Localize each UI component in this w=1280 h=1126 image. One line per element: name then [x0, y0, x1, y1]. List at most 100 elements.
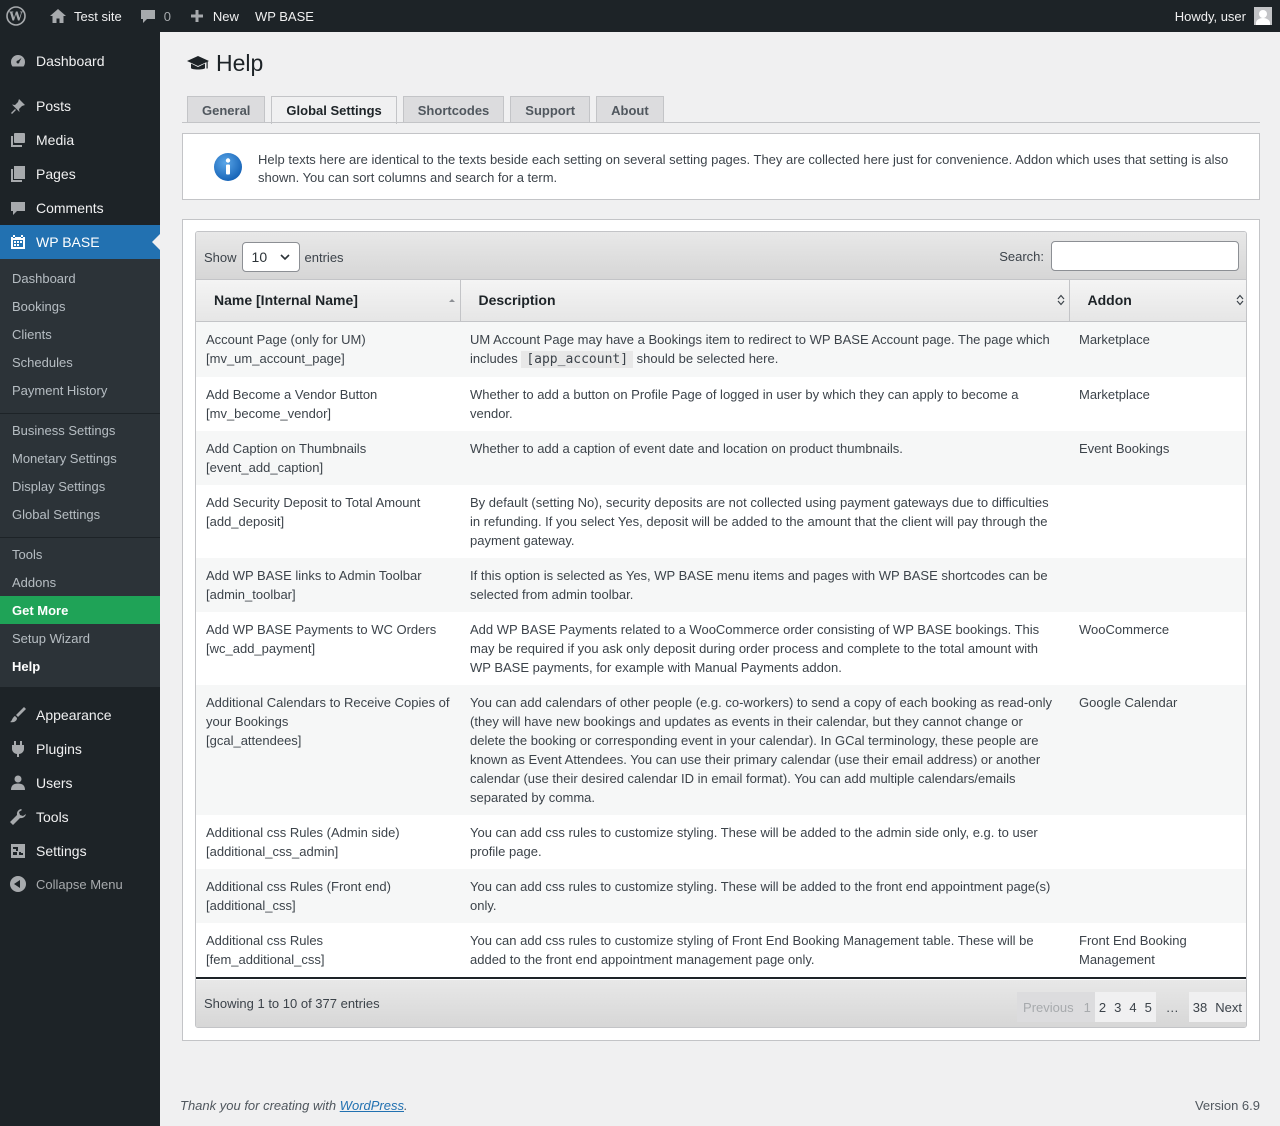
- setting-name: Add Security Deposit to Total Amount: [206, 494, 421, 510]
- menu-tools[interactable]: Tools: [0, 800, 160, 834]
- submenu-bookings[interactable]: Bookings: [0, 292, 160, 320]
- page-button-3[interactable]: 3: [1110, 992, 1126, 1022]
- setting-internal-name: [additional_css]: [206, 897, 296, 913]
- wordpress-logo-button[interactable]: W: [0, 0, 40, 32]
- cell-description: You can add css rules to customize styli…: [460, 815, 1069, 869]
- page-button-4[interactable]: 4: [1125, 992, 1141, 1022]
- page-button-5[interactable]: 5: [1140, 992, 1156, 1022]
- cell-name: Add Caption on Thumbnails [event_add_capt…: [196, 431, 460, 485]
- submenu-tools[interactable]: Tools: [0, 540, 160, 568]
- menu-settings[interactable]: Settings: [0, 834, 160, 868]
- wordpress-link[interactable]: WordPress: [340, 1098, 404, 1113]
- home-icon: [48, 6, 68, 26]
- notice-text: Help texts here are identical to the tex…: [258, 152, 1229, 185]
- menu-dashboard[interactable]: Dashboard: [0, 44, 160, 78]
- entries-select[interactable]: 10: [241, 242, 300, 272]
- tab-general[interactable]: General: [187, 96, 266, 123]
- svg-text:W: W: [8, 10, 23, 24]
- submenu-get-more[interactable]: Get More: [0, 596, 160, 624]
- column-header-description[interactable]: Description: [460, 280, 1070, 322]
- footer-version: Version 6.9: [1194, 1098, 1260, 1113]
- media-icon: [0, 131, 36, 149]
- page-button-1[interactable]: 1: [1079, 992, 1095, 1022]
- submenu-separator: [0, 413, 160, 414]
- setting-internal-name: [gcal_attendees]: [206, 732, 302, 748]
- column-header-name[interactable]: Name [Internal Name]: [196, 280, 461, 322]
- cell-description: You can add calendars of other people (e…: [460, 685, 1069, 815]
- next-page-button[interactable]: Next: [1211, 992, 1246, 1022]
- tab-global-settings[interactable]: Global Settings: [271, 96, 397, 124]
- page-icon: [0, 165, 36, 183]
- menu-wp-base[interactable]: WP BASE: [0, 225, 160, 259]
- site-name-link[interactable]: Test site: [40, 0, 130, 32]
- cell-addon: [1069, 869, 1246, 923]
- table-header-row: Name [Internal Name] Description Addon: [196, 280, 1246, 322]
- help-table-panel: Show 10 entries Search: Name [Internal N…: [182, 219, 1260, 1041]
- brush-icon: [0, 706, 36, 724]
- submenu-global-settings[interactable]: Global Settings: [0, 500, 160, 528]
- submenu-dashboard[interactable]: Dashboard: [0, 264, 160, 292]
- menu-settings-label: Settings: [36, 843, 87, 859]
- menu-appearance[interactable]: Appearance: [0, 698, 160, 732]
- cell-description: You can add css rules to customize styli…: [460, 922, 1069, 979]
- new-content-button[interactable]: New: [179, 0, 247, 32]
- previous-page-button[interactable]: Previous: [1017, 992, 1080, 1022]
- cell-name: Account Page (only for UM) [mv_um_account…: [196, 321, 460, 377]
- setting-name: Add WP BASE links to Admin Toolbar: [206, 567, 422, 583]
- wp-base-toolbar-link[interactable]: WP BASE: [247, 0, 322, 32]
- page-button-last[interactable]: 38: [1188, 992, 1212, 1022]
- settings-icon: [0, 842, 36, 860]
- setting-internal-name: [event_add_caption]: [206, 459, 324, 475]
- calendar-icon: [0, 233, 36, 251]
- footer-thanks-period: .: [404, 1098, 408, 1113]
- cell-name: Additional css Rules (Admin side) [additi…: [196, 815, 460, 869]
- column-header-addon[interactable]: Addon: [1069, 280, 1246, 322]
- submenu-addons[interactable]: Addons: [0, 568, 160, 596]
- tab-about[interactable]: About: [596, 96, 664, 123]
- submenu-help[interactable]: Help: [0, 652, 160, 680]
- main-content: Help General Global Settings Shortcodes …: [160, 32, 1280, 1126]
- menu-pages[interactable]: Pages: [0, 157, 160, 191]
- menu-appearance-label: Appearance: [36, 707, 112, 723]
- menu-plugins[interactable]: Plugins: [0, 732, 160, 766]
- cell-addon: Front End Booking Management: [1069, 922, 1246, 979]
- search-input[interactable]: [1051, 241, 1239, 271]
- table-row: Additional css Rules (Front end) [additio…: [196, 868, 1246, 923]
- cell-name: Additional css Rules [fem_additional_css]: [196, 922, 460, 979]
- submenu-payment-history[interactable]: Payment History: [0, 376, 160, 404]
- setting-name: Add WP BASE Payments to WC Orders: [206, 621, 437, 637]
- menu-users[interactable]: Users: [0, 766, 160, 800]
- entries-length: Show 10 entries: [204, 242, 344, 272]
- submenu-business-settings[interactable]: Business Settings: [0, 416, 160, 444]
- plus-icon: [187, 6, 207, 26]
- table-row: Add WP BASE links to Admin Toolbar [admin…: [196, 557, 1246, 612]
- graduation-cap-icon: [186, 53, 210, 75]
- tab-shortcodes[interactable]: Shortcodes: [402, 96, 505, 123]
- menu-media[interactable]: Media: [0, 123, 160, 157]
- setting-internal-name: [mv_become_vendor]: [206, 405, 332, 421]
- setting-internal-name: [wc_add_payment]: [206, 640, 316, 656]
- setting-internal-name: [add_deposit]: [206, 513, 285, 529]
- datatable-toolbar: Show 10 entries Search:: [196, 232, 1246, 280]
- column-header-description-label: Description: [478, 292, 556, 309]
- submenu-monetary-settings[interactable]: Monetary Settings: [0, 444, 160, 472]
- page-button-2[interactable]: 2: [1094, 992, 1111, 1022]
- menu-pages-label: Pages: [36, 166, 76, 182]
- tab-support[interactable]: Support: [510, 96, 591, 123]
- new-label: New: [212, 8, 239, 24]
- table-row: Add WP BASE Payments to WC Orders [wc_add…: [196, 611, 1246, 685]
- submenu-schedules[interactable]: Schedules: [0, 348, 160, 376]
- comments-link[interactable]: 0: [130, 0, 179, 32]
- submenu-clients[interactable]: Clients: [0, 320, 160, 348]
- collapse-menu-button[interactable]: Collapse Menu: [0, 870, 160, 898]
- submenu-display-settings[interactable]: Display Settings: [0, 472, 160, 500]
- cell-name: Add Security Deposit to Total Amount [add…: [196, 485, 460, 558]
- info-notice: Help texts here are identical to the tex…: [182, 133, 1260, 200]
- show-label: Show: [204, 249, 237, 265]
- submenu-setup-wizard[interactable]: Setup Wizard: [0, 624, 160, 652]
- column-header-addon-label: Addon: [1087, 292, 1132, 309]
- comment-bubble-icon: [138, 6, 158, 26]
- my-account-button[interactable]: Howdy, user: [1175, 0, 1272, 32]
- menu-posts[interactable]: Posts: [0, 89, 160, 123]
- menu-comments[interactable]: Comments: [0, 191, 160, 225]
